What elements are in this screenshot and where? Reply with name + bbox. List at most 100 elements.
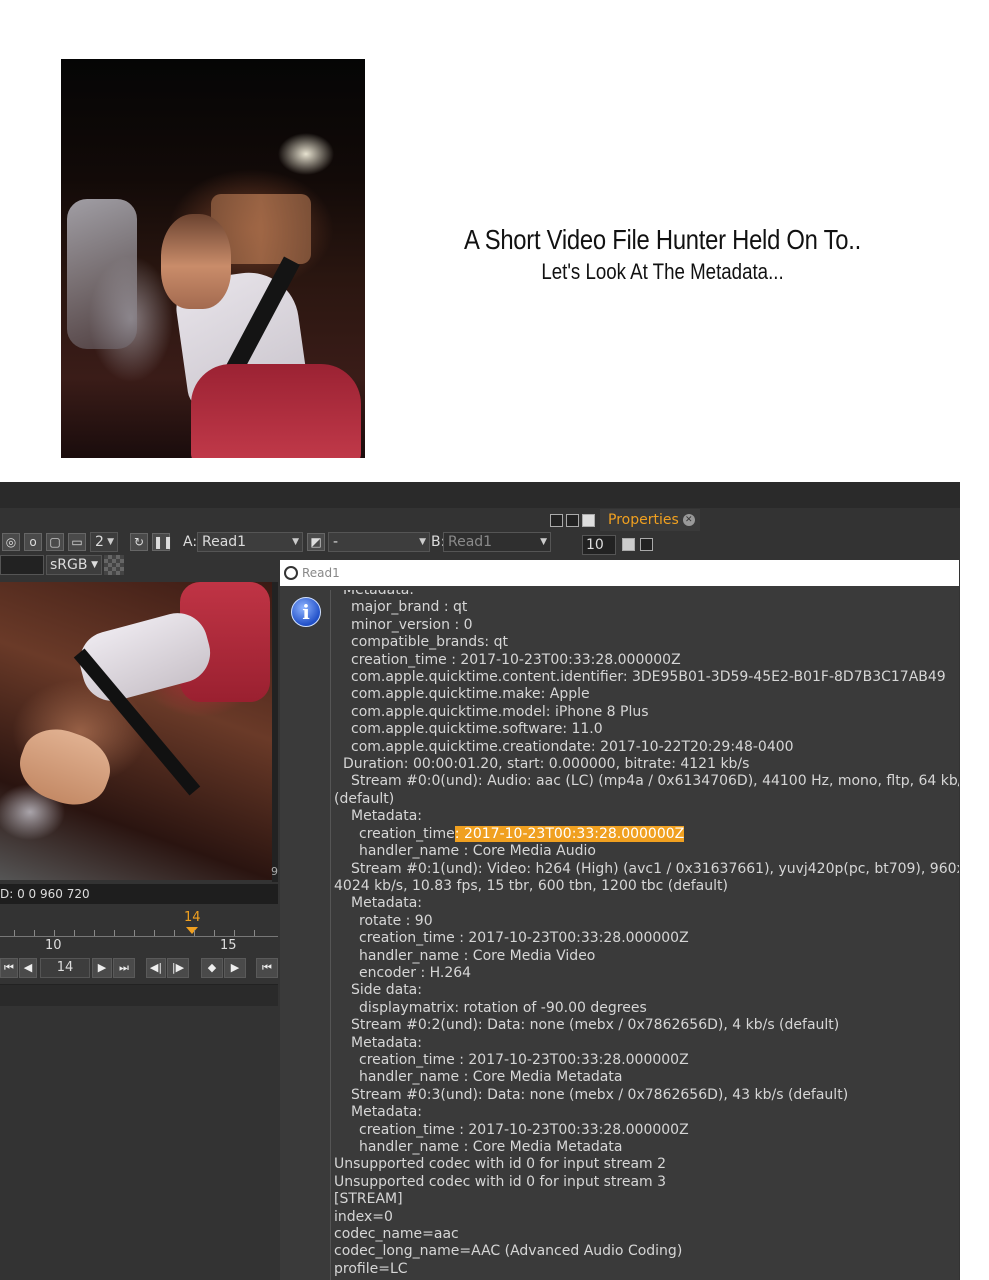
log-line-text: displaymatrix: rotation of -90.00 degree… bbox=[359, 999, 647, 1016]
log-line: major_brand : qt bbox=[334, 599, 959, 616]
timeline-tick-label: 15 bbox=[220, 938, 237, 953]
log-line: Metadata: bbox=[334, 590, 959, 599]
log-line: Stream #0:3(und): Data: none (mebx / 0x7… bbox=[334, 1087, 959, 1104]
log-line: Unsupported codec with id 0 for input st… bbox=[334, 1174, 959, 1191]
timeline-tick bbox=[174, 930, 175, 936]
next-keyframe-button[interactable]: ▶ bbox=[224, 958, 246, 978]
lock-panels-button[interactable] bbox=[640, 538, 653, 551]
caption-subtitle: Let's Look At The Metadata... bbox=[541, 259, 784, 284]
log-line-text: Stream #0:1(und): Video: h264 (High) (av… bbox=[351, 860, 959, 877]
wipe-icon[interactable]: ◩ bbox=[307, 533, 325, 551]
next-frame-button[interactable]: ▶ bbox=[92, 958, 112, 978]
colorspace-select[interactable]: sRGB ▼ bbox=[46, 555, 102, 575]
panel-float-button[interactable] bbox=[550, 514, 563, 527]
viewer-frame-edge bbox=[272, 582, 278, 882]
split-view-icon[interactable]: ▭ bbox=[68, 533, 86, 551]
timeline-tick bbox=[74, 930, 75, 936]
input-a-select[interactable]: Read1 ▼ bbox=[197, 532, 303, 552]
caption-heading: A Short Video File Hunter Held On To.. L… bbox=[400, 222, 925, 286]
roi-icon[interactable]: ◎ bbox=[2, 533, 20, 551]
metadata-dialog: Read1 i Metadata: major_brand : qt minor_v… bbox=[280, 560, 959, 1280]
log-line-text: com.apple.quicktime.content.identifier: … bbox=[351, 669, 946, 686]
refresh-icon[interactable]: ↻ bbox=[130, 533, 148, 551]
checkerboard-icon[interactable] bbox=[104, 555, 124, 575]
viewer-image bbox=[0, 582, 272, 880]
log-line-text: creation_time bbox=[359, 825, 455, 842]
log-line-text: creation_time : 2017-10-23T00:33:28.0000… bbox=[351, 651, 681, 668]
log-line-text: major_brand : qt bbox=[351, 599, 468, 616]
close-icon[interactable]: ✕ bbox=[682, 514, 695, 526]
log-line: rotate : 90 bbox=[334, 913, 959, 930]
overlay-icon[interactable]: o bbox=[24, 533, 42, 551]
timeline-tick bbox=[254, 930, 255, 936]
first-frame-button[interactable]: ⏮ bbox=[0, 958, 18, 978]
composite-mode-select[interactable]: - ▼ bbox=[328, 532, 430, 552]
log-line: Stream #0:0(und): Audio: aac (LC) (mp4a … bbox=[334, 773, 959, 790]
gain-field[interactable] bbox=[0, 555, 44, 575]
log-line-text: minor_version : 0 bbox=[351, 616, 473, 633]
log-line: compatible_brands: qt bbox=[334, 634, 959, 651]
log-line-text: 4024 kb/s, 10.83 fps, 15 tbr, 600 tbn, 1… bbox=[334, 877, 728, 894]
input-a-label: A: bbox=[183, 534, 198, 550]
log-line: codec_name=aac bbox=[334, 1226, 959, 1243]
log-line-text: Metadata: bbox=[351, 895, 423, 912]
playhead-icon[interactable] bbox=[186, 927, 198, 934]
safe-area-icon[interactable]: ▢ bbox=[46, 533, 64, 551]
channel-count-value: 2 bbox=[95, 534, 104, 550]
pause-icon[interactable]: ❚❚ bbox=[152, 533, 173, 551]
log-line: handler_name : Core Media Audio bbox=[334, 843, 959, 860]
timeline-tick bbox=[214, 930, 215, 936]
photo-bag-shape bbox=[67, 199, 137, 349]
input-a-value: Read1 bbox=[202, 534, 247, 550]
log-line-text: handler_name : Core Media Audio bbox=[359, 843, 596, 860]
log-line: creation_time: 2017-10-23T00:33:28.00000… bbox=[334, 825, 959, 843]
log-line: com.apple.quicktime.software: 11.0 bbox=[334, 721, 959, 738]
log-line: Stream #0:1(und): Video: h264 (High) (av… bbox=[334, 861, 959, 878]
log-line: creation_time : 2017-10-23T00:33:28.0000… bbox=[334, 652, 959, 669]
play-forward-button[interactable]: |▶ bbox=[167, 958, 189, 978]
log-line-text: handler_name : Core Media Metadata bbox=[359, 1139, 623, 1155]
dialog-title-bar[interactable]: Read1 bbox=[280, 560, 959, 586]
log-line: com.apple.quicktime.model: iPhone 8 Plus bbox=[334, 704, 959, 721]
tab-properties[interactable]: Properties ✕ bbox=[600, 509, 700, 531]
frame-field[interactable]: 14 bbox=[40, 958, 90, 978]
log-line-text: [STREAM] bbox=[334, 1191, 403, 1208]
last-frame-button[interactable]: ⏭ bbox=[113, 958, 135, 978]
prev-frame-button[interactable]: ◀ bbox=[19, 958, 37, 978]
channel-count-select[interactable]: 2 ▼ bbox=[90, 532, 118, 552]
timeline-tick bbox=[134, 930, 135, 936]
log-line: Side data: bbox=[334, 982, 959, 999]
timeline-tick bbox=[114, 930, 115, 936]
panel-close-button[interactable] bbox=[566, 514, 579, 527]
timeline-tick bbox=[54, 930, 55, 936]
log-line-text: handler_name : Core Media Metadata bbox=[359, 1069, 623, 1086]
format-coords: D: 0 0 960 720 bbox=[0, 884, 278, 904]
viewer-edge-label: 9 bbox=[271, 865, 278, 878]
log-line-text: Metadata: bbox=[343, 590, 415, 598]
play-backward-button[interactable]: ◀| bbox=[146, 958, 166, 978]
timeline-tick bbox=[194, 930, 195, 936]
log-line: creation_time : 2017-10-23T00:33:28.0000… bbox=[334, 1052, 959, 1069]
prev-keyframe-button[interactable]: ◆ bbox=[201, 958, 223, 978]
timeline-tick bbox=[14, 930, 15, 936]
log-line: Unsupported codec with id 0 for input st… bbox=[334, 1156, 959, 1173]
composite-mode-value: - bbox=[333, 534, 339, 550]
timeline-ruler[interactable] bbox=[0, 936, 278, 937]
log-line-text: com.apple.quicktime.model: iPhone 8 Plus bbox=[351, 703, 649, 720]
dialog-title: Read1 bbox=[302, 566, 340, 580]
log-line-text: creation_time : 2017-10-23T00:33:28.0000… bbox=[359, 1121, 689, 1138]
log-line: displaymatrix: rotation of -90.00 degree… bbox=[334, 1000, 959, 1017]
log-line-text: Metadata: bbox=[351, 1104, 423, 1121]
photo-pants-shape bbox=[191, 364, 361, 458]
input-b-select[interactable]: Read1 ▼ bbox=[443, 532, 551, 552]
log-line-text: Stream #0:2(und): Data: none (mebx / 0x7… bbox=[351, 1017, 840, 1034]
panel-menu-button[interactable] bbox=[582, 514, 595, 527]
video-still-photo bbox=[61, 59, 365, 458]
log-line: profile=LC bbox=[334, 1261, 959, 1278]
log-line: handler_name : Core Media Video bbox=[334, 948, 959, 965]
clear-panels-button[interactable] bbox=[622, 538, 635, 551]
chevron-down-icon: ▼ bbox=[540, 537, 547, 547]
metadata-log[interactable]: Metadata: major_brand : qt minor_version :… bbox=[330, 590, 959, 1280]
in-point-button[interactable]: ⏮ bbox=[256, 958, 278, 978]
properties-max-panels-field[interactable]: 10 bbox=[582, 535, 616, 555]
